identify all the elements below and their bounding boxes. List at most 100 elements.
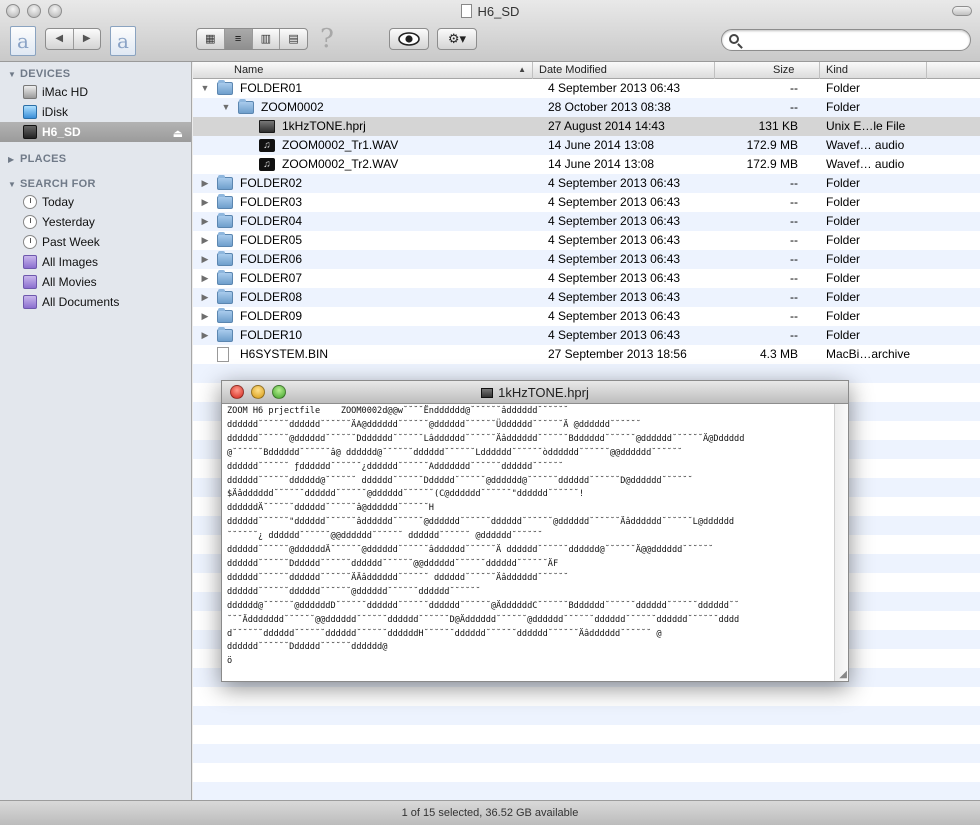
- file-kind: Folder: [826, 195, 861, 209]
- quicklook-button[interactable]: [389, 28, 429, 50]
- file-row[interactable]: ▶ FOLDER02 4 September 2013 06:43 -- Folder: [193, 174, 980, 193]
- resize-grip-icon[interactable]: ◢: [839, 670, 847, 680]
- column-header-name[interactable]: Name ▲: [193, 62, 533, 79]
- forward-button[interactable]: ▶: [74, 29, 101, 49]
- quicklook-window: 1kHzTONE.hprj ZOOM H6 prjectfile ZOOM000…: [221, 380, 849, 682]
- quicklook-content[interactable]: ZOOM H6 prjectfile ZOOM0002d@@w˘˘˘˘Ënddd…: [222, 404, 834, 681]
- file-row[interactable]: ▶ FOLDER08 4 September 2013 06:43 -- Folder: [193, 288, 980, 307]
- column-header-size[interactable]: Size: [715, 62, 820, 79]
- file-row[interactable]: ▶ FOLDER06 4 September 2013 06:43 -- Folder: [193, 250, 980, 269]
- file-name: 1kHzTONE.hprj: [282, 119, 366, 133]
- empty-row: [193, 687, 980, 706]
- sidebar-places-header[interactable]: ▶ PLACES: [8, 153, 66, 165]
- text-line: ddddddÄ˘˘˘˘˘˘dddddd˘˘˘˘˘˘â@dddddd˘˘˘˘˘˘H: [227, 503, 434, 514]
- file-row[interactable]: H6SYSTEM.BIN 27 September 2013 18:56 4.3 M…: [193, 345, 980, 364]
- file-size: 172.9 MB: [746, 157, 798, 171]
- folder-icon: [217, 194, 233, 209]
- help-icon[interactable]: ?: [320, 24, 334, 54]
- column-view-button[interactable]: ▥: [253, 29, 281, 49]
- file-name: FOLDER06: [240, 252, 303, 266]
- file-row[interactable]: ▶ FOLDER07 4 September 2013 06:43 -- Folder: [193, 269, 980, 288]
- file-row[interactable]: ▶ FOLDER04 4 September 2013 06:43 -- Folder: [193, 212, 980, 231]
- text-line: dddddd˘˘˘˘˘˘dddddd˘˘˘˘˘˘ÄÄâdddddd˘˘˘˘˘˘ …: [227, 572, 569, 583]
- application-icon[interactable]: a: [10, 26, 36, 56]
- folder-icon: [217, 270, 233, 285]
- file-kind: Folder: [826, 290, 861, 304]
- column-header-date-modified[interactable]: Date Modified: [533, 62, 715, 79]
- sidebar-item-past-week[interactable]: Past Week: [0, 232, 191, 252]
- sidebar-item-idisk[interactable]: iDisk: [0, 102, 191, 122]
- file-size: --: [790, 309, 798, 323]
- text-line: dddddd˘˘˘˘˘˘Dddddd˘˘˘˘˘˘dddddd˘˘˘˘˘˘@@dd…: [227, 558, 559, 569]
- audio-file-icon: ♫: [259, 139, 275, 152]
- search-field[interactable]: [721, 29, 971, 51]
- file-size: --: [790, 214, 798, 228]
- text-line: ZOOM H6 prjectfile ZOOM0002d@@w˘˘˘˘Ënddd…: [227, 406, 569, 416]
- sidebar-devices-header[interactable]: ▼ DEVICES: [8, 68, 70, 80]
- disclosure-triangle-icon[interactable]: ▶: [8, 155, 20, 164]
- file-row[interactable]: ▶ FOLDER05 4 September 2013 06:43 -- Folder: [193, 231, 980, 250]
- disclosure-triangle-icon[interactable]: ▶: [199, 212, 211, 231]
- coverflow-view-button[interactable]: ▤: [280, 29, 307, 49]
- file-row[interactable]: ♫ ZOOM0002_Tr2.WAV 14 June 2014 13:08 172.9…: [193, 155, 980, 174]
- window-title: H6_SD: [0, 4, 980, 19]
- disclosure-triangle-icon[interactable]: ▼: [8, 70, 20, 79]
- disclosure-triangle-icon[interactable]: ▼: [199, 79, 211, 98]
- file-name: ZOOM0002: [261, 100, 324, 114]
- audio-file-icon: ♫: [259, 158, 275, 171]
- folder-icon: [217, 289, 233, 304]
- unix-executable-icon: [259, 120, 275, 133]
- file-row[interactable]: ▼ FOLDER01 4 September 2013 06:43 -- Folder: [193, 79, 980, 98]
- toolbar-toggle-button[interactable]: [952, 6, 972, 16]
- file-size: --: [790, 328, 798, 342]
- disclosure-triangle-icon[interactable]: ▶: [199, 269, 211, 288]
- disclosure-triangle-icon[interactable]: ▶: [199, 174, 211, 193]
- file-date-modified: 14 June 2014 13:08: [548, 157, 655, 171]
- eject-icon[interactable]: ⏏: [173, 124, 183, 144]
- file-row[interactable]: ▶ FOLDER03 4 September 2013 06:43 -- Folder: [193, 193, 980, 212]
- action-menu-button[interactable]: ⚙▾: [437, 28, 477, 50]
- file-row[interactable]: ▶ FOLDER09 4 September 2013 06:43 -- Folder: [193, 307, 980, 326]
- disclosure-triangle-icon[interactable]: ▼: [220, 98, 232, 117]
- sidebar-item-yesterday[interactable]: Yesterday: [0, 212, 191, 232]
- sidebar-item-all-images[interactable]: All Images: [0, 252, 191, 272]
- empty-row: [193, 744, 980, 763]
- file-kind: Wavef… audio: [826, 138, 905, 152]
- folder-icon: [217, 308, 233, 323]
- file-date-modified: 4 September 2013 06:43: [548, 328, 681, 342]
- back-button[interactable]: ◀: [46, 29, 74, 49]
- file-row[interactable]: ▼ ZOOM0002 28 October 2013 08:38 -- Folder: [193, 98, 980, 117]
- disclosure-triangle-icon[interactable]: ▼: [8, 180, 20, 189]
- sidebar-item-all-documents[interactable]: All Documents: [0, 292, 191, 312]
- folder-icon: [217, 251, 233, 266]
- view-mode-control: ▦ ≡ ▥ ▤: [196, 28, 308, 50]
- icon-view-button[interactable]: ▦: [197, 29, 225, 49]
- vertical-scrollbar[interactable]: [834, 404, 848, 681]
- search-input[interactable]: [744, 33, 964, 47]
- file-date-modified: 4 September 2013 06:43: [548, 290, 681, 304]
- sidebar-item-all-movies[interactable]: All Movies: [0, 272, 191, 292]
- file-text-content: ZOOM H6 prjectfile ZOOM0002d@@w˘˘˘˘Ënddd…: [227, 405, 834, 669]
- disclosure-triangle-icon[interactable]: ▶: [199, 250, 211, 269]
- disclosure-triangle-icon[interactable]: ▶: [199, 307, 211, 326]
- disclosure-triangle-icon[interactable]: ▶: [199, 288, 211, 307]
- text-line: ˘˘˘˘˘˘¿ dddddd˘˘˘˘˘˘@@dddddd˘˘˘˘˘˘ ddddd…: [227, 531, 543, 542]
- disclosure-triangle-icon[interactable]: ▶: [199, 231, 211, 250]
- disclosure-triangle-icon[interactable]: ▶: [199, 326, 211, 345]
- text-line: dddddd˘˘˘˘˘˘ ƒdddddd˘˘˘˘˘˘¿dddddd˘˘˘˘˘˘A…: [227, 461, 564, 472]
- sidebar-search-header[interactable]: ▼ SEARCH FOR: [8, 178, 96, 190]
- quicklook-titlebar[interactable]: 1kHzTONE.hprj: [222, 381, 848, 404]
- list-view-button[interactable]: ≡: [224, 29, 253, 49]
- column-header-kind[interactable]: Kind: [820, 62, 927, 79]
- clock-icon: [23, 235, 37, 249]
- sidebar-item-h6-sd[interactable]: H6_SD ⏏: [0, 122, 191, 142]
- document-icon[interactable]: a: [110, 26, 136, 56]
- file-row[interactable]: ▶ FOLDER10 4 September 2013 06:43 -- Folder: [193, 326, 980, 345]
- file-row[interactable]: 1kHzTONE.hprj 27 August 2014 14:43 131 KB U…: [193, 117, 980, 136]
- file-name: ZOOM0002_Tr1.WAV: [282, 138, 399, 152]
- disclosure-triangle-icon[interactable]: ▶: [199, 193, 211, 212]
- sidebar-item-today[interactable]: Today: [0, 192, 191, 212]
- file-row[interactable]: ♫ ZOOM0002_Tr1.WAV 14 June 2014 13:08 172.9…: [193, 136, 980, 155]
- eye-icon: [398, 32, 420, 46]
- sidebar-item-imac-hd[interactable]: iMac HD: [0, 82, 191, 102]
